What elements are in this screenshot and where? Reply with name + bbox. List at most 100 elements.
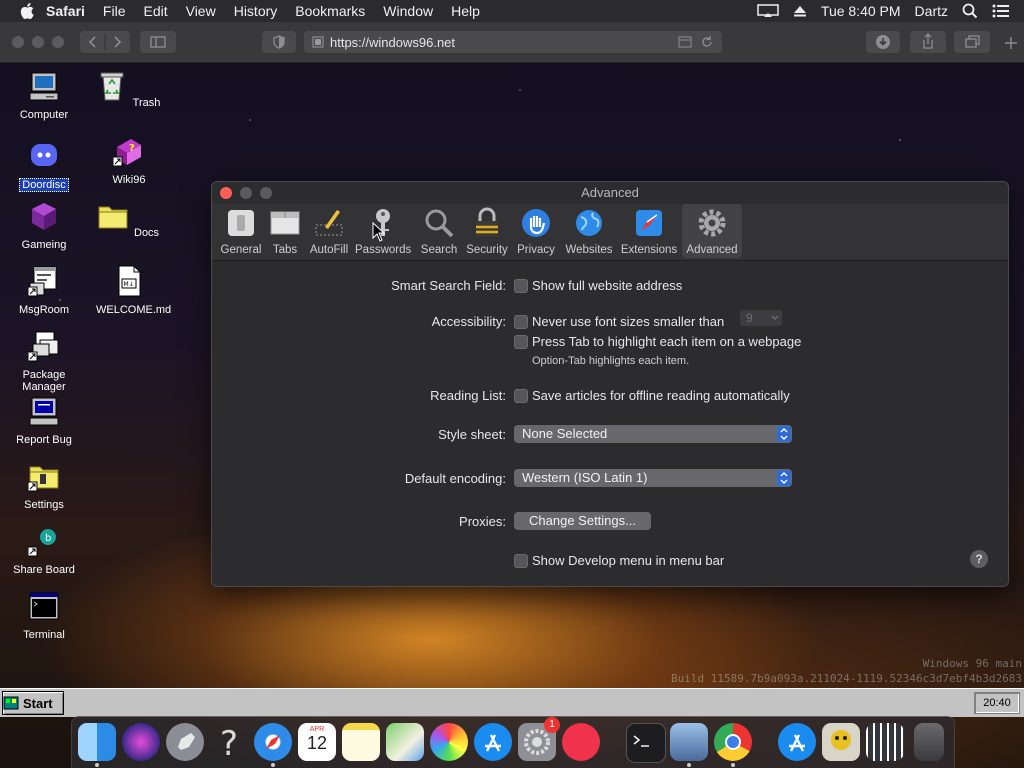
window-minimize-button[interactable] xyxy=(32,36,44,48)
chrome-icon[interactable] xyxy=(714,723,752,761)
share-button[interactable] xyxy=(910,31,946,53)
back-forward-buttons[interactable] xyxy=(80,31,130,53)
desktop-icon-welcome-md[interactable]: M↓ WELCOME.md xyxy=(94,265,171,316)
new-tab-icon[interactable] xyxy=(1004,36,1018,50)
tab-search[interactable]: Search xyxy=(416,204,462,258)
menu-history[interactable]: History xyxy=(234,3,278,19)
menu-view[interactable]: View xyxy=(186,3,216,19)
tab-general[interactable]: General xyxy=(220,204,262,258)
privacy-report-button[interactable] xyxy=(262,31,296,53)
reload-icon[interactable] xyxy=(700,35,714,49)
window-close-button[interactable] xyxy=(12,36,24,48)
desktop-icon-doordisc[interactable]: Doordisc xyxy=(9,139,79,192)
tab-advanced[interactable]: Advanced xyxy=(682,204,742,258)
address-bar[interactable]: https://windows96.net xyxy=(304,31,722,53)
menu-file[interactable]: File xyxy=(103,3,126,19)
eject-icon[interactable] xyxy=(793,5,807,17)
emoji-app-icon[interactable] xyxy=(822,723,860,761)
sidebar-toggle-button[interactable] xyxy=(140,31,176,53)
build-watermark-line2: Build 11589.7b9a093a.211024-1119.52346c3… xyxy=(671,672,1022,685)
markdown-file-icon: M↓ xyxy=(118,265,141,297)
menu-clock[interactable]: Tue 8:40 PM xyxy=(821,3,901,19)
accessibility-label: Accessibility: xyxy=(431,314,506,329)
puzzle-compass-icon xyxy=(636,210,662,236)
desktop-icon-msgroom[interactable]: MsgRoom xyxy=(9,265,79,316)
tab-websites[interactable]: Websites xyxy=(562,204,616,258)
desktop-icon-report-bug[interactable]: Report Bug xyxy=(9,395,79,446)
calendar-icon[interactable]: APR 12 xyxy=(298,723,336,761)
menu-user[interactable]: Dartz xyxy=(915,3,948,19)
finder-icon[interactable] xyxy=(78,723,116,761)
desktop-icon-computer[interactable]: Computer xyxy=(9,70,79,121)
app-store-icon-2[interactable] xyxy=(778,723,816,761)
reading-list-text: Save articles for offline reading automa… xyxy=(532,388,790,403)
app-store-icon[interactable] xyxy=(474,723,512,761)
downloads-button[interactable] xyxy=(866,31,900,53)
svg-text:?: ? xyxy=(220,724,238,761)
notification-center-icon[interactable] xyxy=(992,4,1010,18)
encoding-value: Western (ISO Latin 1) xyxy=(522,470,648,485)
siri-icon[interactable] xyxy=(122,723,160,761)
preview-icon[interactable] xyxy=(670,723,708,761)
tab-autofill[interactable]: AutoFill xyxy=(308,204,350,258)
window-zoom-button[interactable] xyxy=(52,36,64,48)
tab-highlight-checkbox[interactable] xyxy=(514,335,528,349)
reading-list-label: Reading List: xyxy=(430,388,506,403)
show-full-address-checkbox[interactable] xyxy=(514,279,528,293)
menu-edit[interactable]: Edit xyxy=(143,3,167,19)
desktop-icon-label: Trash xyxy=(132,97,161,109)
safari-compass-icon[interactable] xyxy=(254,723,292,761)
desktop-icon-gameing[interactable]: Gameing xyxy=(9,200,79,251)
notes-icon[interactable] xyxy=(342,723,380,761)
news-icon[interactable] xyxy=(562,723,600,761)
desktop-icon-terminal[interactable]: Terminal xyxy=(9,590,79,641)
tabs-icon xyxy=(270,211,300,235)
change-settings-button[interactable]: Change Settings... xyxy=(514,512,651,530)
menu-bookmarks[interactable]: Bookmarks xyxy=(295,3,365,19)
tab-tabs[interactable]: Tabs xyxy=(267,204,303,258)
tab-overview-button[interactable] xyxy=(954,31,990,53)
tab-label: Privacy xyxy=(517,244,555,256)
spotlight-search-icon[interactable] xyxy=(962,3,978,19)
launchpad-icon[interactable] xyxy=(166,723,204,761)
display-mirror-icon[interactable] xyxy=(757,4,779,18)
style-sheet-select[interactable]: None Selected xyxy=(514,425,792,443)
reading-list-checkbox[interactable] xyxy=(514,389,528,403)
start-logo-icon xyxy=(3,696,19,710)
magnifier-icon xyxy=(425,209,454,238)
help-button[interactable]: ? xyxy=(970,550,988,568)
terminal-app-icon[interactable] xyxy=(626,723,666,763)
tab-security[interactable]: Security xyxy=(464,204,510,258)
trash-icon[interactable] xyxy=(914,723,944,761)
reader-view-icon[interactable] xyxy=(678,36,692,48)
svg-text:b: b xyxy=(45,533,51,544)
encoding-label: Default encoding: xyxy=(404,471,506,486)
menu-app-safari[interactable]: Safari xyxy=(46,3,85,19)
desktop-icon-docs[interactable]: Docs xyxy=(94,200,164,239)
proxies-label: Proxies: xyxy=(459,514,506,529)
photos-icon[interactable] xyxy=(430,723,468,761)
maps-icon[interactable] xyxy=(386,723,424,761)
tab-extensions[interactable]: Extensions xyxy=(618,204,680,258)
chevron-down-icon xyxy=(771,315,779,320)
help-question-icon[interactable]: ? xyxy=(210,723,248,764)
svg-text:M↓: M↓ xyxy=(124,281,134,288)
sidebar-icon xyxy=(150,36,166,48)
desktop-icon-wiki96[interactable]: ? Wiki96 xyxy=(94,135,164,186)
menu-help[interactable]: Help xyxy=(451,3,480,19)
menu-window[interactable]: Window xyxy=(383,3,433,19)
desktop-icon-trash[interactable]: Trash xyxy=(94,70,164,109)
desktop-icon-share-board[interactable]: b Share Board xyxy=(9,525,79,576)
launchpad-grid-icon[interactable] xyxy=(866,723,904,761)
system-preferences-icon[interactable]: 1 xyxy=(518,717,560,761)
tab-privacy[interactable]: Privacy xyxy=(514,204,558,258)
desktop-icon-settings[interactable]: Settings xyxy=(9,460,79,511)
min-font-size-checkbox[interactable] xyxy=(514,315,528,329)
apple-icon[interactable] xyxy=(20,3,34,19)
develop-menu-checkbox[interactable] xyxy=(514,554,528,568)
desktop-icon-package-manager[interactable]: Package Manager xyxy=(9,330,79,393)
encoding-select[interactable]: Western (ISO Latin 1) xyxy=(514,469,792,487)
show-full-address-text: Show full website address xyxy=(532,278,683,293)
start-button[interactable]: Start xyxy=(2,691,64,715)
taskbar-clock[interactable]: 20:40 xyxy=(974,692,1020,714)
